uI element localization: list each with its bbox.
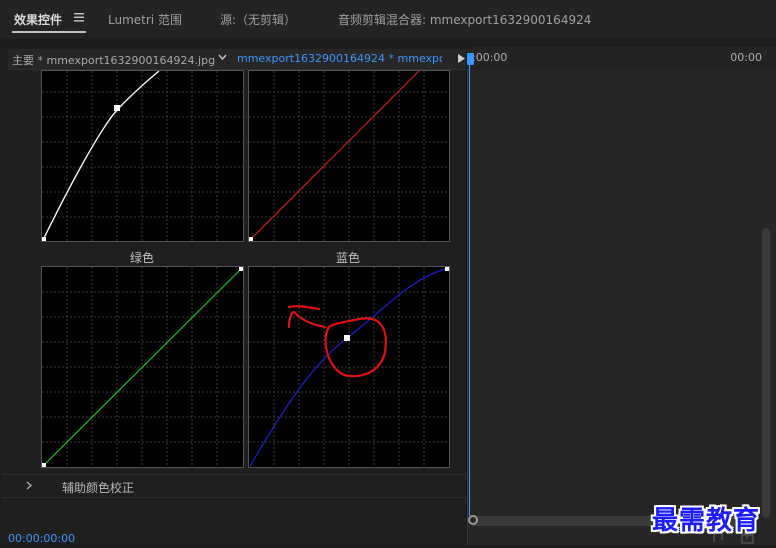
playhead-line [469, 64, 470, 516]
secondary-color-correction-row[interactable]: 辅助颜色校正 [2, 474, 466, 498]
mini-timeline-panel [467, 47, 776, 545]
chevron-right-icon[interactable] [25, 481, 33, 490]
green-curve-start-point [42, 463, 46, 467]
master-curve-end-point [42, 237, 46, 241]
blue-curve-label: 蓝色 [335, 251, 360, 265]
master-curve-graph[interactable] [41, 70, 244, 242]
zoom-scroll-handle[interactable] [468, 515, 478, 525]
master-clip-label[interactable]: 主要 * mmexport1632900164924.jpg [12, 52, 215, 68]
sequence-clip-label[interactable]: mmexport1632900164924 * mmexport1... [237, 52, 442, 65]
tab-audio-clip-mixer[interactable]: 音频剪辑混合器: mmexport1632900164924 [338, 11, 591, 28]
panel-tab-bar: 效果控件 Lumetri 范围 源:（无剪辑） 音频剪辑混合器: mmexpor… [0, 0, 776, 38]
timeline-start-time: :00:00 [472, 51, 508, 64]
current-timecode[interactable]: 00:00:00:00 [8, 532, 75, 545]
vertical-scrollbar[interactable] [762, 228, 770, 518]
red-curve-end-point [249, 237, 253, 241]
red-curve-line [249, 71, 420, 241]
green-curve-end-point [239, 267, 243, 271]
secondary-color-correction-label: 辅助颜色校正 [62, 481, 135, 495]
blue-curve-control-point [344, 335, 350, 341]
active-tab-indicator [12, 31, 86, 33]
red-curve-graph[interactable] [248, 70, 450, 242]
master-curve-control-point [114, 105, 120, 111]
tab-lumetri-scopes[interactable]: Lumetri 范围 [108, 11, 182, 28]
triangle-right-icon[interactable] [458, 54, 465, 63]
tab-effect-controls[interactable]: 效果控件 [14, 11, 62, 28]
green-curve-graph[interactable] [41, 266, 244, 468]
timeline-end-time: 00:00 [730, 51, 762, 64]
timeline-ruler[interactable]: :00:00 00:00 [467, 47, 776, 69]
tab-source-monitor[interactable]: 源:（无剪辑） [220, 11, 296, 28]
brand-watermark: 最需教育 [652, 506, 761, 536]
blue-curve-graph[interactable] [248, 266, 450, 468]
green-curve-label: 绿色 [129, 251, 154, 265]
hamburger-icon[interactable] [74, 13, 84, 22]
blue-curve-end-point [445, 267, 449, 271]
clip-selector-bar: 主要 * mmexport1632900164924.jpg mmexport1… [8, 49, 466, 70]
chevron-down-icon[interactable] [218, 54, 227, 61]
